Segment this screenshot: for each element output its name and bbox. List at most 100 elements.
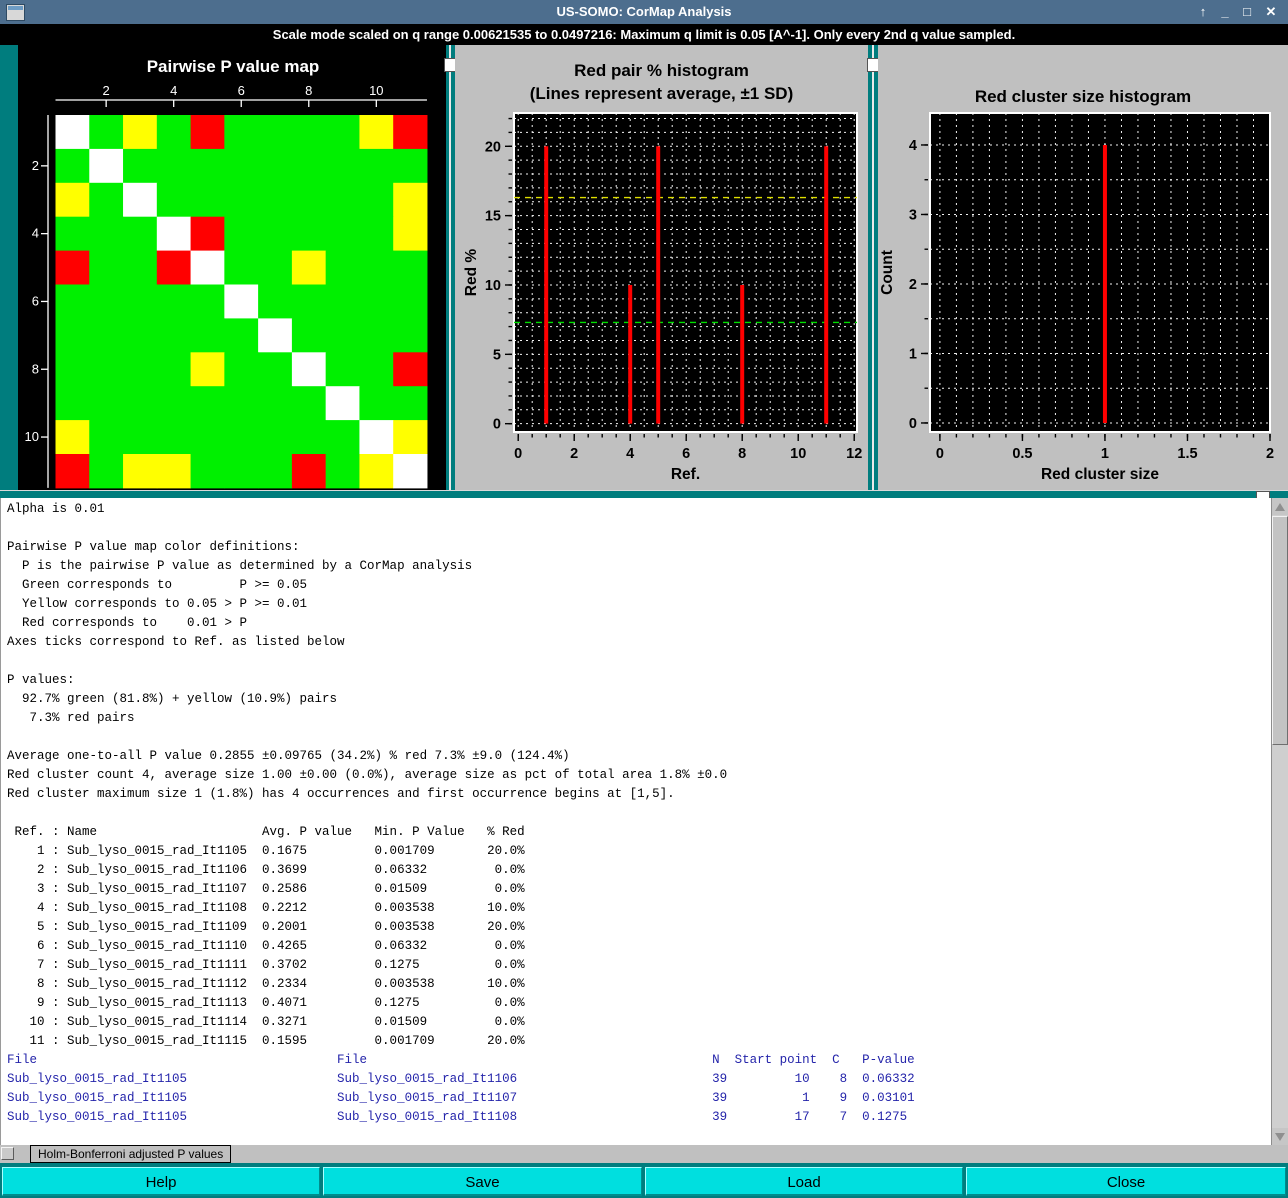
pvalue-map-panel: Pairwise P value map 224466881010 [18,45,446,490]
map-cell [157,352,191,386]
window-title: US-SOMO: CorMap Analysis [0,0,1288,24]
maximize-icon[interactable]: □ [1236,0,1258,24]
map-cell [89,454,123,488]
map-cell [123,352,157,386]
shade-icon[interactable]: ↑ [1192,0,1214,24]
map-cell [89,285,123,319]
map-cell [258,285,292,319]
map-cell [157,285,191,319]
vertical-splitter-1[interactable] [446,45,455,490]
svg-text:4: 4 [170,83,177,98]
splitter-bar [449,45,451,490]
map-cell [89,115,123,149]
map-cell [123,115,157,149]
svg-text:1: 1 [909,346,917,362]
close-button[interactable]: Close [966,1167,1286,1196]
scrollbar-thumb[interactable] [1272,516,1288,745]
footer-bar: Help Save Load Close [0,1163,1288,1198]
map-cell [191,149,225,183]
map-cell [292,115,326,149]
map-cell [123,217,157,251]
map-cell [157,149,191,183]
title-bar[interactable]: US-SOMO: CorMap Analysis ↑ _ □ ✕ [0,0,1288,24]
map-cell [359,285,393,319]
red-pair-histogram-panel: Red pair % histogram (Lines represent av… [455,45,868,490]
map-cell [224,183,258,217]
map-cell [224,217,258,251]
map-cell [393,386,427,420]
map-cell [359,149,393,183]
map-cell [258,386,292,420]
plots-section: Pairwise P value map 224466881010 Red pa… [0,45,1288,490]
map-cell [89,251,123,285]
map-cell [393,454,427,488]
map-cell [393,217,427,251]
svg-text:4: 4 [626,446,634,462]
map-cell [191,285,225,319]
map-cell [56,454,90,488]
map-cell [123,386,157,420]
analysis-summary-text: Alpha is 0.01 Pairwise P value map color… [7,500,1268,1051]
close-icon[interactable]: ✕ [1260,0,1282,24]
map-cell [224,420,258,454]
vertical-splitter-2[interactable] [869,45,878,490]
map-cell [157,217,191,251]
svg-text:8: 8 [305,83,312,98]
map-cell [258,183,292,217]
help-button[interactable]: Help [2,1167,320,1196]
svg-text:1: 1 [1101,446,1109,462]
cormap-analysis-window: US-SOMO: CorMap Analysis ↑ _ □ ✕ Scale m… [0,0,1288,1198]
map-cell [56,183,90,217]
map-cell [56,318,90,352]
map-cell [258,251,292,285]
map-cell [123,285,157,319]
map-cell [326,454,360,488]
map-cell [393,420,427,454]
map-cell [393,285,427,319]
map-cell [89,149,123,183]
map-cell [326,115,360,149]
minimize-icon[interactable]: _ [1214,0,1236,24]
y-axis-label: Count [879,250,896,295]
analysis-text-area[interactable]: Alpha is 0.01 Pairwise P value map color… [0,498,1288,1145]
y-axis-label: Red % [463,249,480,297]
map-cell [56,352,90,386]
svg-text:2: 2 [909,277,917,293]
svg-text:2: 2 [103,83,110,98]
x-axis-label: Ref. [671,466,700,483]
svg-text:3: 3 [909,207,917,223]
holm-bonferroni-checkbox[interactable] [1,1147,14,1160]
svg-text:0: 0 [493,417,501,433]
map-cell [258,318,292,352]
scroll-up-button[interactable] [1272,498,1288,515]
map-cell [157,454,191,488]
cluster-size-histogram-plot: 00.511.5201234Red cluster sizeCount [878,45,1288,490]
save-button[interactable]: Save [323,1167,642,1196]
map-cell [191,386,225,420]
map-cell [258,149,292,183]
svg-text:0: 0 [909,416,917,432]
svg-text:10: 10 [485,278,501,294]
map-cell [326,420,360,454]
map-cell [123,149,157,183]
map-cell [326,217,360,251]
holm-bonferroni-label[interactable]: Holm-Bonferroni adjusted P values [30,1145,231,1163]
map-cell [157,251,191,285]
load-button[interactable]: Load [645,1167,963,1196]
map-cell [123,183,157,217]
map-cell [89,386,123,420]
map-cell [123,318,157,352]
map-cell [393,183,427,217]
scroll-down-button[interactable] [1272,1128,1288,1145]
map-cell [191,183,225,217]
map-cell [292,420,326,454]
svg-text:0: 0 [514,446,522,462]
map-cell [224,251,258,285]
svg-text:2: 2 [1266,446,1274,462]
map-cell [89,318,123,352]
svg-text:8: 8 [738,446,746,462]
red-pair-histogram-plot: 02468101205101520Ref.Red % [455,45,868,490]
svg-text:12: 12 [846,446,862,462]
text-scrollbar[interactable] [1271,498,1288,1145]
map-cell [157,420,191,454]
